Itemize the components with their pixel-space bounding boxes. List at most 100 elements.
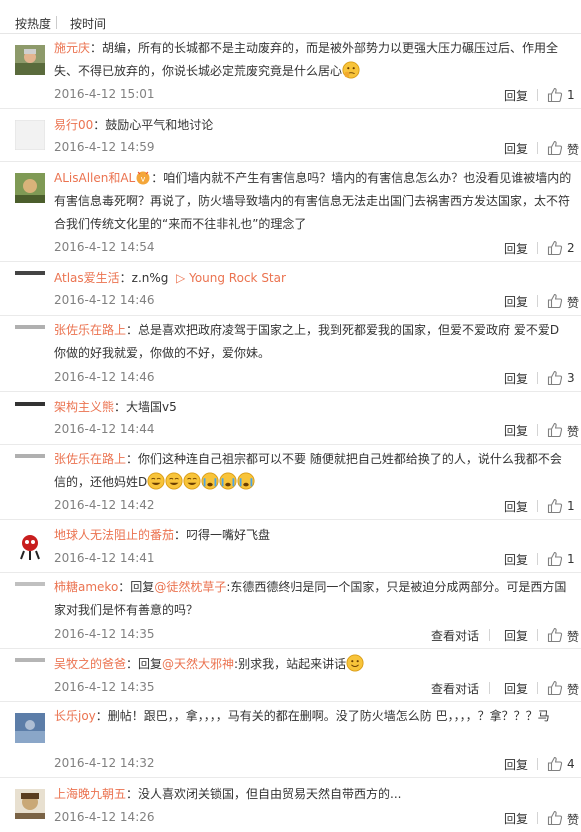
comment-username[interactable]: 长乐joy [54,709,96,723]
comment-body: Atlas爱生活：z.n%g ▷ Young Rock Star [54,267,573,290]
reply-button[interactable]: 回复 [504,498,528,515]
reply-button[interactable]: 回复 [504,293,528,310]
thumbs-up-icon [547,551,563,567]
laugh-cry-emoji-icon [165,472,183,490]
like-button[interactable]: 赞 [547,627,581,644]
like-button[interactable]: 1 [547,551,581,567]
crying-emoji-icon [219,472,237,490]
comment-text: ：大墙国v5 [114,400,177,414]
user-avatar[interactable] [15,454,45,458]
comment-text: ：总是喜欢把政府凌驾于国家之上，我到死都爱我的国家，但爱不爱政府 爱不爱D 你做… [54,323,560,360]
like-button[interactable]: 3 [547,370,581,386]
reply-prefix: ：回复 [118,580,155,594]
like-button[interactable]: 赞 [547,680,581,697]
comment-username[interactable]: 地球人无法阻止的番茄 [54,528,174,542]
like-count: 赞 [567,813,580,827]
avatar-photo-icon [15,713,45,743]
reply-button[interactable]: 回复 [504,551,528,568]
comment-username[interactable]: 架构主义熊 [54,400,114,414]
like-button[interactable]: 1 [547,498,581,514]
action-divider [537,500,538,512]
avatar-cartoon-icon [15,531,45,561]
comment-item: 长乐joy：删帖！跟巴，，拿，，，，马有关的都在删啊。没了防火墙怎么防 巴，，，… [0,702,581,778]
laugh-cry-emoji-icon [183,472,201,490]
mention-link[interactable]: @天然大邪神 [162,657,234,671]
comment-timestamp: 2016-4-12 14:32 [54,756,155,770]
comment-timestamp: 2016-4-12 15:01 [54,87,155,101]
user-avatar[interactable] [15,271,45,275]
like-button[interactable]: 赞 [547,140,581,157]
like-count: 3 [567,371,575,385]
like-button[interactable]: 2 [547,240,581,256]
like-button[interactable]: 赞 [547,293,581,310]
reply-button[interactable]: 回复 [504,87,528,104]
user-avatar[interactable] [15,120,45,150]
user-avatar[interactable] [15,789,45,819]
thumbs-up-icon [547,756,563,772]
user-avatar[interactable] [15,658,45,662]
comment-timestamp: 2016-4-12 14:44 [54,422,155,436]
comment-item: 张佐乐在路上：总是喜欢把政府凌驾于国家之上，我到死都爱我的国家，但爱不爱政府 爱… [0,316,581,392]
user-avatar[interactable] [15,325,45,329]
action-divider [537,682,538,694]
sort-bar: 按热度 按时间 [0,0,581,34]
thumbs-up-icon [547,370,563,386]
comment-username[interactable]: 上海晚九朝五 [54,787,126,801]
comment-body: 架构主义熊：大墙国v5 [54,396,573,419]
action-divider [489,629,490,641]
avatar-photo-icon [15,45,45,75]
comment-username[interactable]: 张佐乐在路上 [54,452,126,466]
user-avatar[interactable] [15,173,45,203]
comment-body: 吴牧之的爸爸：回复@天然大邪神:别求我，站起来讲话 [54,653,573,676]
thumbs-up-icon [547,293,563,309]
like-button[interactable]: 赞 [547,810,581,827]
reply-button[interactable]: 回复 [504,422,528,439]
avatar-strip-icon [15,454,45,458]
sort-by-time-tab[interactable]: 按时间 [70,15,106,32]
reply-prefix: ：回复 [126,657,163,671]
like-count: 赞 [567,143,580,157]
view-thread-button[interactable]: 查看对话 [431,680,479,697]
comment-username[interactable]: Atlas爱生活 [54,271,120,285]
sort-by-hot-tab[interactable]: 按热度 [15,15,51,32]
like-button[interactable]: 1 [547,87,581,103]
like-button[interactable]: 赞 [547,422,581,439]
like-button[interactable]: 4 [547,756,581,772]
user-avatar[interactable] [15,402,45,406]
like-count: 1 [567,499,575,513]
comment-username[interactable]: 吴牧之的爸爸 [54,657,126,671]
comment-body: 上海晚九朝五：没人喜欢闭关锁国，但自由贸易天然自带西方的... [54,783,573,806]
mention-link[interactable]: @徒然枕草子 [154,580,226,594]
avatar-strip-icon [15,582,45,586]
comment-text: ：叼得一嘴好飞盘 [174,528,271,542]
comment-timestamp: 2016-4-12 14:46 [54,370,155,384]
reply-button[interactable]: 回复 [504,756,528,773]
like-count: 4 [567,757,575,771]
comment-timestamp: 2016-4-12 14:46 [54,293,155,307]
reply-button[interactable]: 回复 [504,140,528,157]
comment-text: ：鼓励心平气和地讨论 [93,118,214,132]
comment-username[interactable]: 张佐乐在路上 [54,323,126,337]
like-count: 赞 [567,683,580,697]
comment-username[interactable]: 柿糖ameko [54,580,118,594]
view-thread-button[interactable]: 查看对话 [431,627,479,644]
user-avatar[interactable] [15,531,45,561]
comment-body: 施元庆：胡编，所有的长城都不是主动废弃的，而是被外部势力以更强大压力碾压过后、作… [54,37,573,83]
comment-username[interactable]: ALisAllen和AL [54,171,135,185]
reply-button[interactable]: 回复 [504,240,528,257]
user-avatar[interactable] [15,45,45,75]
comment-username[interactable]: 施元庆 [54,41,90,55]
like-count: 2 [567,241,575,255]
music-link[interactable]: ▷ Young Rock Star [176,271,286,285]
comment-body: ALisAllen和AL v ：咱们墙内就不产生有害信息吗？墙内的有害信息怎么办？也… [54,167,573,236]
reply-button[interactable]: 回复 [504,810,528,827]
like-count: 1 [567,88,575,102]
user-avatar[interactable] [15,713,45,743]
reply-button[interactable]: 回复 [504,370,528,387]
comment-body: 地球人无法阻止的番茄：叼得一嘴好飞盘 [54,524,573,547]
reply-button[interactable]: 回复 [504,627,528,644]
comment-username[interactable]: 易行00 [54,118,93,132]
reply-button[interactable]: 回复 [504,680,528,697]
action-divider [537,372,538,384]
user-avatar[interactable] [15,582,45,586]
